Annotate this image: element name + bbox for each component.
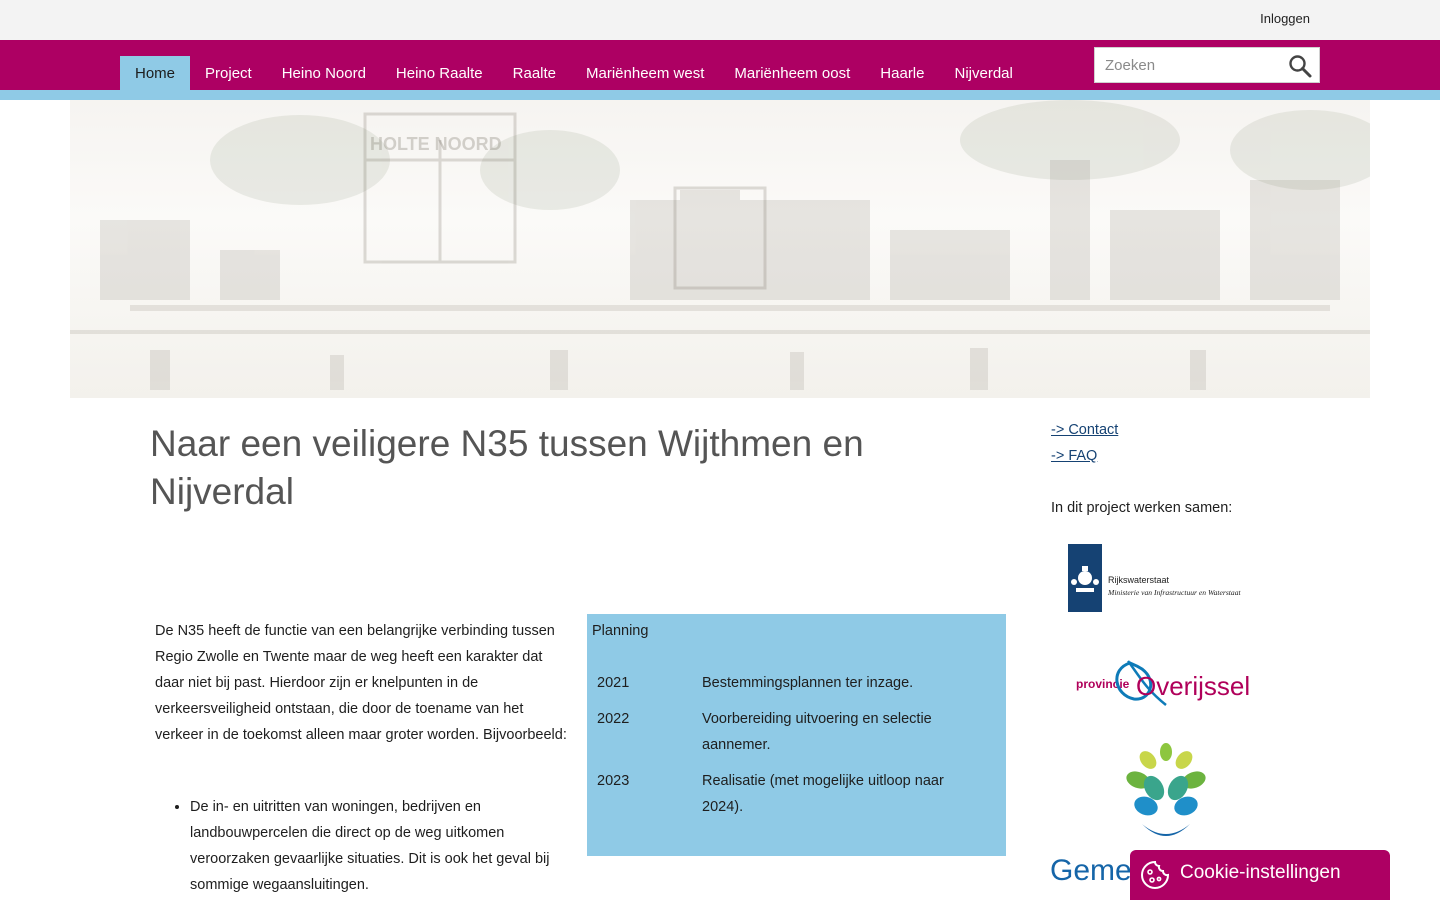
- planning-year: 2022: [597, 711, 630, 727]
- top-bar: Inloggen: [0, 0, 1440, 40]
- planning-year: 2021: [597, 675, 630, 691]
- nav-item-haarle[interactable]: Haarle: [865, 56, 939, 90]
- planning-description: Voorbereiding uitvoering en selectie aan…: [702, 711, 932, 753]
- planning-description: Bestemmingsplannen ter inzage.: [702, 675, 914, 691]
- search-icon[interactable]: [1287, 53, 1313, 79]
- nav-item-heino-raalte[interactable]: Heino Raalte: [381, 56, 498, 90]
- page-title: Naar een veiligere N35 tussen Wijthmen e…: [150, 423, 864, 512]
- cookie-settings-button[interactable]: Cookie-instellingen: [1130, 850, 1390, 900]
- nav-item-raalte[interactable]: Raalte: [498, 56, 571, 90]
- nav-item-marienheem-oost[interactable]: Mariënheem oost: [719, 56, 865, 90]
- planning-description: Realisatie (met mogelijke uitloop naar 2…: [702, 773, 944, 815]
- intro-paragraph: De N35 heeft de functie van een belangri…: [155, 623, 567, 743]
- contact-link[interactable]: -> Contact: [1051, 422, 1118, 438]
- nav-accent-line: [0, 90, 1440, 100]
- issues-list: De in- en uitritten van woningen, bedrij…: [190, 794, 570, 898]
- planning-title: Planning: [592, 623, 649, 639]
- main-navigation: Home Project Heino Noord Heino Raalte Ra…: [0, 40, 1440, 90]
- nav-item-home[interactable]: Home: [120, 56, 191, 90]
- hero-image: HOLTE NOORD: [70, 100, 1370, 398]
- nav-item-heino-noord[interactable]: Heino Noord: [267, 56, 381, 90]
- ov-logo-prefix: provincie: [1076, 677, 1130, 691]
- rws-logo-line1: Rijkswaterstaat: [1108, 575, 1170, 585]
- search-input[interactable]: [1095, 48, 1281, 82]
- cookie-settings-label: Cookie-instellingen: [1180, 862, 1341, 883]
- ov-logo-name: Overijssel: [1136, 671, 1250, 701]
- search-box: [1094, 47, 1320, 83]
- nav-item-nijverdal[interactable]: Nijverdal: [939, 56, 1027, 90]
- rijkswaterstaat-logo[interactable]: Rijkswaterstaat Ministerie van Infrastru…: [1068, 544, 1268, 612]
- provincie-overijssel-logo[interactable]: provincie Overijssel: [1070, 655, 1265, 711]
- login-link[interactable]: Inloggen: [1260, 11, 1310, 26]
- planning-panel: Planning 2021 Bestemmingsplannen ter inz…: [587, 614, 1006, 856]
- hero-sign-text: HOLTE NOORD: [370, 134, 502, 154]
- cookie-icon: [1141, 860, 1170, 889]
- nav-menu: Home Project Heino Noord Heino Raalte Ra…: [120, 56, 1028, 90]
- rws-logo-line2: Ministerie van Infrastructuur en Waterst…: [1107, 588, 1241, 597]
- list-item: De in- en uitritten van woningen, bedrij…: [190, 794, 570, 898]
- partners-heading: In dit project werken samen:: [1051, 500, 1233, 516]
- nav-item-project[interactable]: Project: [190, 56, 267, 90]
- faq-link[interactable]: -> FAQ: [1051, 448, 1097, 464]
- nav-item-marienheem-west[interactable]: Mariënheem west: [571, 56, 719, 90]
- planning-year: 2023: [597, 773, 630, 789]
- gemeente-logo-text: Geme: [1050, 854, 1132, 887]
